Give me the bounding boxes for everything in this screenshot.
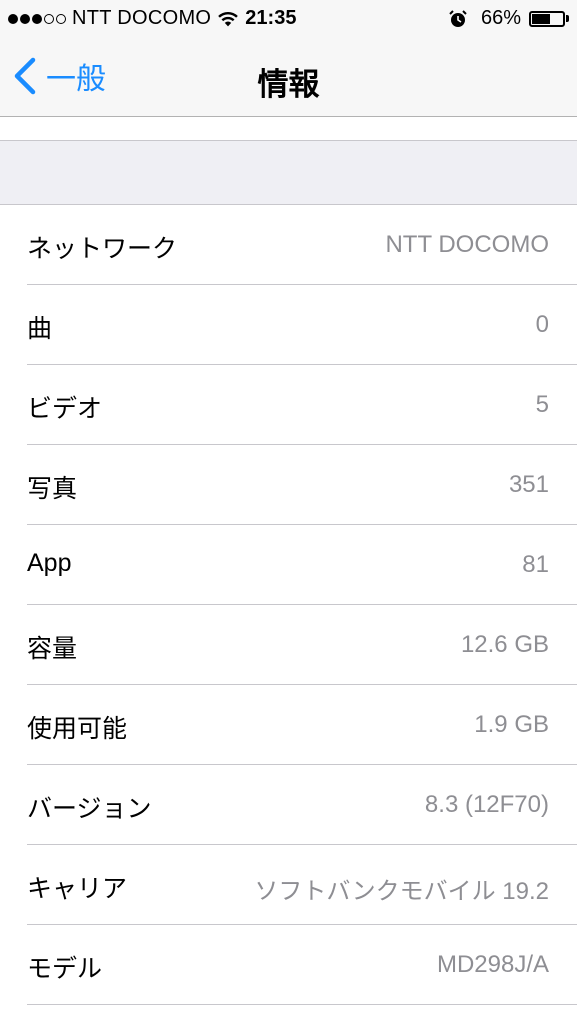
row-value: 81 [522, 551, 549, 578]
row-value: NTT DOCOMO [385, 231, 549, 258]
info-list: ネットワーク NTT DOCOMO 曲 0 ビデオ 5 写真 351 App 8… [0, 205, 577, 1005]
row-label: キャリア [27, 875, 128, 903]
status-bar: NTT DOCOMO 21:35 66% [0, 0, 577, 38]
status-left: NTT DOCOMO 21:35 [8, 7, 296, 30]
row-label: App [27, 549, 72, 577]
signal-dot [32, 13, 42, 24]
info-row-model: モデル MD298J/A [27, 925, 577, 1005]
row-label: ネットワーク [27, 235, 178, 263]
battery-percent: 66% [480, 7, 521, 29]
row-value: 8.3 (12F70) [424, 791, 549, 818]
info-row-carrier[interactable]: キャリア ソフトバンクモバイル 19.2 [27, 845, 577, 925]
signal-strength-icon [8, 13, 66, 24]
page-title: 情報 [257, 67, 320, 102]
section-separator [0, 141, 577, 205]
carrier-name: NTT DOCOMO [72, 7, 212, 29]
row-value: 1.9 GB [474, 711, 549, 738]
info-row-available: 使用可能 1.9 GB [27, 685, 577, 765]
signal-dot [20, 13, 30, 24]
info-row-network: ネットワーク NTT DOCOMO [27, 205, 577, 285]
row-value: ソフトバンクモバイル 19.2 [254, 878, 549, 905]
row-label: 使用可能 [27, 715, 128, 743]
info-row-songs: 曲 0 [27, 285, 577, 365]
row-value: 12.6 GB [460, 631, 549, 658]
status-time: 21:35 [245, 7, 297, 29]
info-row-apps: App 81 [27, 525, 577, 605]
row-value: MD298J/A [436, 951, 549, 978]
row-label: 容量 [27, 635, 78, 663]
wifi-icon [218, 11, 239, 26]
info-row-version: バージョン 8.3 (12F70) [27, 765, 577, 845]
battery-fill [532, 13, 550, 24]
list-top-strip [0, 117, 577, 141]
signal-dot [8, 13, 18, 24]
row-value: 351 [508, 471, 549, 498]
signal-dot [56, 13, 66, 24]
alarm-clock-icon [449, 9, 467, 27]
battery-icon [529, 10, 565, 27]
row-label: モデル [27, 955, 103, 983]
status-right: 66% [449, 7, 569, 30]
row-value: 0 [535, 311, 549, 338]
info-row-videos: ビデオ 5 [27, 365, 577, 445]
navigation-bar: 一般 情報 [0, 38, 577, 117]
row-label: バージョン [27, 795, 152, 823]
row-value: 5 [535, 391, 549, 418]
info-row-capacity: 容量 12.6 GB [27, 605, 577, 685]
info-row-photos: 写真 351 [27, 445, 577, 525]
row-label: 曲 [27, 315, 53, 343]
signal-dot [44, 13, 54, 24]
row-label: ビデオ [27, 395, 103, 423]
row-label: 写真 [27, 475, 78, 503]
battery-nub [566, 15, 569, 22]
